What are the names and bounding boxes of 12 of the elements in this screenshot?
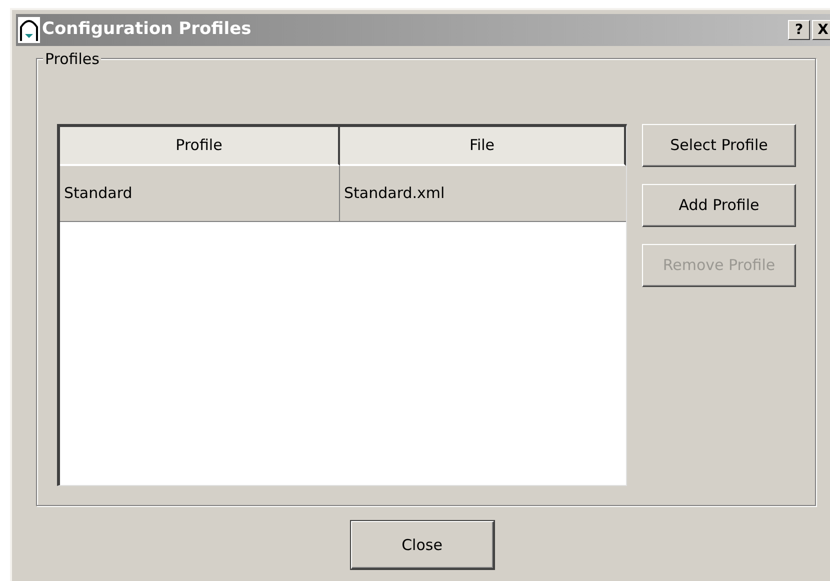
table-cell: Standard	[60, 166, 340, 221]
table-cell-text: Standard.xml	[343, 183, 446, 204]
column-header[interactable]: File	[340, 127, 626, 166]
app-logo-icon	[18, 17, 40, 43]
profile-button[interactable]: Select Profile	[642, 124, 796, 167]
help-button[interactable]: ?	[788, 20, 810, 40]
close-button[interactable]: Close	[350, 521, 494, 569]
close-button[interactable]: X	[812, 20, 830, 40]
table-row[interactable]: Standard Standard.xml	[60, 166, 626, 222]
profile-button[interactable]: Add Profile	[642, 184, 796, 227]
window-title: Configuration Profiles	[42, 18, 252, 42]
column-header[interactable]: Profile	[60, 127, 340, 166]
